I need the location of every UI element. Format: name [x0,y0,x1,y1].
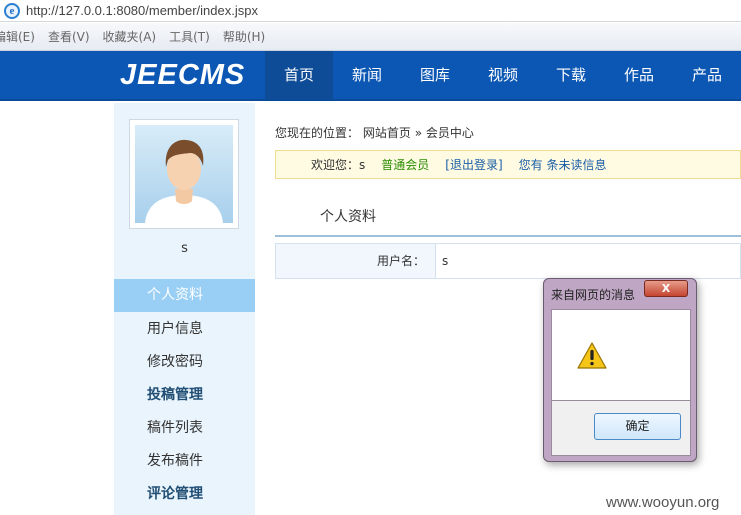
sidebar-item-publish[interactable]: 发布稿件 [114,445,255,478]
unread-messages-link[interactable]: 您有 条未读信息 [519,156,607,173]
username-value: s [442,254,449,268]
browser-menu-bar: 编辑(E) 查看(V) 收藏夹(A) 工具(T) 帮助(H) [0,23,741,51]
sidebar-item-user-info[interactable]: 用户信息 [114,313,255,346]
nav-gallery[interactable]: 图库 [401,51,469,99]
logout-link[interactable]: [退出登录] [445,156,502,173]
breadcrumb-home-link[interactable]: 网站首页 [363,126,411,140]
breadcrumb-prefix: 您现在的位置： [275,126,360,140]
nav-video[interactable]: 视频 [469,51,537,99]
menu-favorites[interactable]: 收藏夹(A) [103,28,157,45]
user-silhouette-icon [145,139,223,223]
avatar [129,119,239,229]
nav-news[interactable]: 新闻 [333,51,401,99]
profile-table: 用户名： s [275,243,741,279]
welcome-greeting: 欢迎您：s [311,158,366,172]
member-sidebar: s 个人资料 用户信息 修改密码 投稿管理 稿件列表 发布稿件 评论管理 [114,103,255,515]
menu-edit[interactable]: 编辑(E) [0,28,35,45]
main-nav: 首页 新闻 图库 视频 下载 作品 产品 [265,51,741,99]
sidebar-item-change-password[interactable]: 修改密码 [114,346,255,379]
site-logo[interactable]: JEECMS [120,59,245,92]
nav-works[interactable]: 作品 [605,51,673,99]
breadcrumb: 您现在的位置： 网站首页 » 会员中心 [275,124,474,141]
nav-home[interactable]: 首页 [265,51,333,99]
breadcrumb-current[interactable]: 会员中心 [426,126,474,140]
page: e http://127.0.0.1:8080/member/index.jsp… [0,0,741,515]
menu-tools[interactable]: 工具(T) [169,28,210,45]
welcome-bar: 欢迎您：s 普通会员 [退出登录] 您有 条未读信息 [275,150,741,179]
site-header: JEECMS 首页 新闻 图库 视频 下载 作品 产品 [0,51,741,101]
dialog-close-button[interactable]: X [644,280,688,297]
address-bar[interactable]: e http://127.0.0.1:8080/member/index.jsp… [0,0,741,22]
sidebar-heading-comments: 评论管理 [147,486,203,502]
menu-help[interactable]: 帮助(H) [223,28,265,45]
menu-view[interactable]: 查看(V) [48,28,90,45]
section-title: 个人资料 [275,197,741,237]
member-group-badge: 普通会员 [381,158,430,172]
alert-dialog: 来自网页的消息 X 确定 [543,278,697,462]
dialog-body [551,309,691,401]
avatar-image [135,125,233,223]
sidebar-item-profile[interactable]: 个人资料 [114,279,255,312]
sidebar-item-manuscript-list[interactable]: 稿件列表 [114,412,255,445]
username-label: 用户名： [276,244,436,278]
nav-products[interactable]: 产品 [673,51,741,99]
sidebar-heading-contributions: 投稿管理 [147,387,203,403]
breadcrumb-separator: » [414,126,423,140]
watermark: www.wooyun.org [606,494,720,511]
sidebar-username: s [181,241,188,256]
dialog-ok-button[interactable]: 确定 [594,413,681,440]
url-text[interactable]: http://127.0.0.1:8080/member/index.jspx [26,3,258,18]
dialog-title: 来自网页的消息 [551,288,636,302]
nav-download[interactable]: 下载 [537,51,605,99]
warning-icon [577,342,607,369]
ie-icon: e [4,2,20,19]
